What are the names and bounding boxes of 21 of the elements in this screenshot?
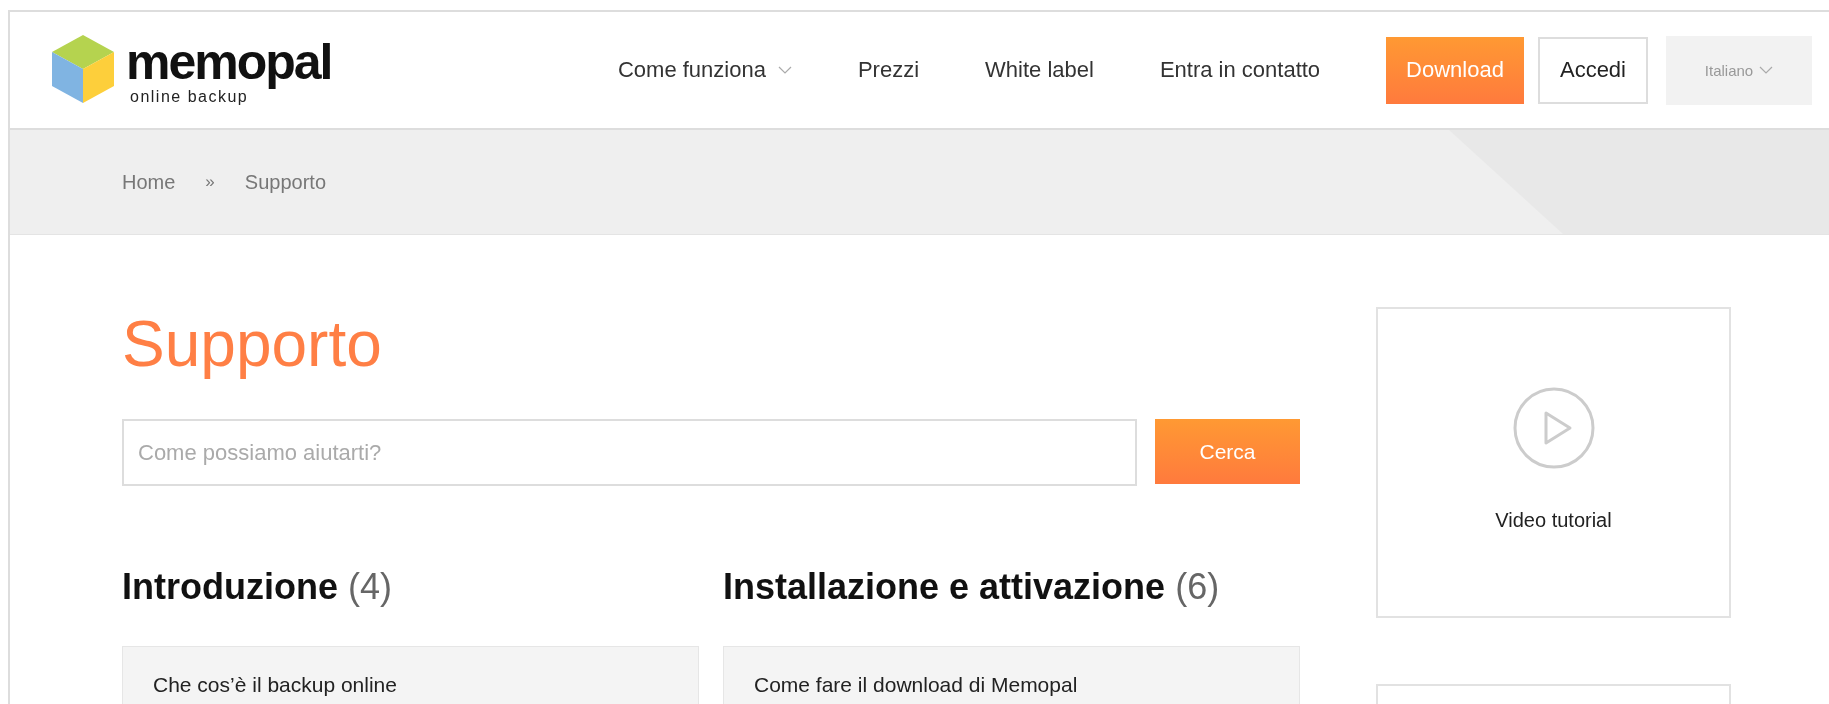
article-card[interactable]: Che cos’è il backup online (122, 646, 699, 704)
breadcrumb-link[interactable]: Home (122, 170, 176, 194)
play-icon (1512, 387, 1595, 469)
page-title: Supporto (122, 307, 383, 381)
search-field[interactable]: Come possiamo aiutarti? (122, 419, 1137, 486)
cube-logo-icon (52, 35, 114, 103)
nav-link[interactable]: Prezzi (857, 57, 920, 83)
nav-link[interactable]: White label (985, 57, 1094, 83)
login-button[interactable]: Accedi (1537, 36, 1648, 104)
chevron-down-icon (1759, 66, 1774, 74)
breadcrumb-separator: » (205, 172, 215, 192)
category-heading: Installazione e attivazione (6) (723, 566, 1221, 608)
chevron-down-icon (777, 66, 792, 74)
breadcrumb-link[interactable]: Supporto (244, 170, 326, 194)
nav-link[interactable]: Entra in contatto (1159, 57, 1321, 83)
nav-link[interactable]: Come funziona (617, 57, 792, 83)
logo-tagline: online backup (130, 89, 249, 105)
article-card[interactable]: Come fare il download di Memopal (723, 646, 1300, 704)
logo-wordmark: memopal (126, 35, 332, 89)
video-tutorial-card[interactable]: Video tutorial (1376, 307, 1731, 618)
category-heading: Introduzione (4) (122, 566, 393, 608)
